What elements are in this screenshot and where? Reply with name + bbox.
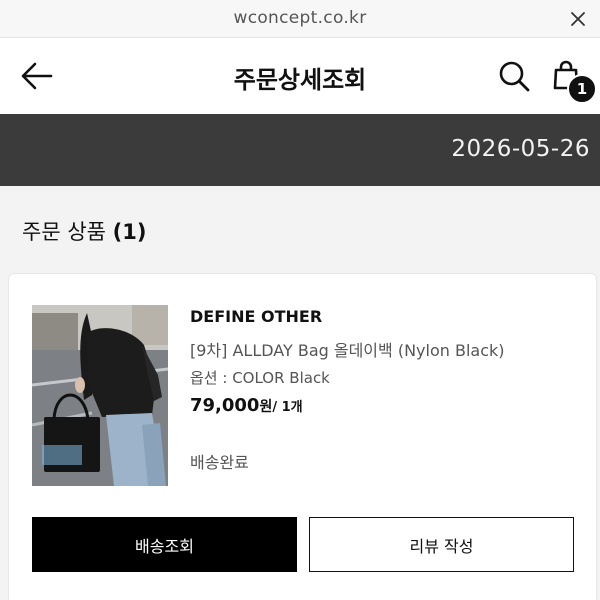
order-date: 2026-05-26 [451, 136, 590, 162]
product-price: 79,000 [190, 395, 260, 416]
search-button[interactable] [496, 58, 532, 94]
cart-button[interactable]: 1 [550, 58, 597, 104]
order-items-count: (1) [112, 220, 147, 244]
browser-url-bar: wconcept.co.kr [0, 0, 600, 38]
cart-count-badge: 1 [567, 74, 597, 104]
product-price-row: 79,000원/ 1개 [190, 395, 303, 416]
write-review-button[interactable]: 리뷰 작성 [309, 517, 574, 572]
order-items-label: 주문 상품 [22, 220, 106, 244]
product-thumbnail[interactable] [32, 305, 168, 486]
order-item-card: DEFINE OTHER [9차] ALLDAY Bag 올데이백 (Nylon… [8, 273, 597, 600]
search-icon [499, 61, 530, 92]
product-quantity: / 1개 [272, 400, 303, 415]
close-icon[interactable] [566, 7, 590, 31]
url-text[interactable]: wconcept.co.kr [0, 8, 600, 28]
order-items-heading: 주문 상품 (1) [22, 216, 146, 246]
product-name[interactable]: [9차] ALLDAY Bag 올데이백 (Nylon Black) [190, 337, 505, 361]
product-brand[interactable]: DEFINE OTHER [190, 307, 322, 326]
app-header: 주문상세조회 1 [0, 38, 600, 114]
product-option: 옵션 : COLOR Black [190, 369, 330, 387]
order-date-band: 2026-05-26 [0, 114, 600, 186]
product-currency: 원 [259, 399, 273, 415]
track-delivery-button[interactable]: 배송조회 [32, 517, 297, 572]
delivery-status: 배송완료 [190, 453, 249, 472]
